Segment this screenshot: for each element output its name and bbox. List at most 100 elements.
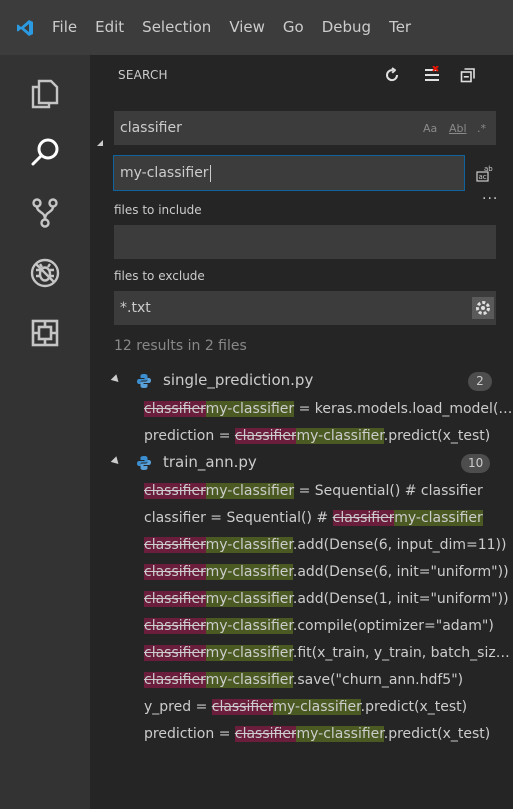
replace-all-icon[interactable]: ab ac <box>475 163 497 183</box>
sidebar-title: SEARCH <box>118 68 168 82</box>
debug-icon <box>30 258 60 288</box>
match-context: .save("churn_ann.hdf5") <box>292 671 464 688</box>
menu-file[interactable]: File <box>50 0 86 55</box>
menu-go[interactable]: Go <box>274 0 313 55</box>
replacement-text: my-classifier <box>205 590 293 607</box>
activity-explorer[interactable] <box>0 63 90 123</box>
menu-edit[interactable]: Edit <box>86 0 133 55</box>
match-text: prediction = classifiermy-classifier.pre… <box>144 725 513 742</box>
removed-text: classifier <box>332 509 395 526</box>
results-summary: 12 results in 2 files <box>114 338 247 354</box>
removed-text: classifier <box>211 698 274 715</box>
python-file-icon <box>137 374 151 388</box>
search-input[interactable]: classifier Aa Abl .* <box>114 111 496 145</box>
match-context: .predict(x_test) <box>360 698 468 715</box>
include-input[interactable] <box>114 225 496 259</box>
menu-bar: File Edit Selection View Go Debug Ter <box>0 0 513 55</box>
activity-extensions[interactable] <box>0 303 90 363</box>
use-exclude-settings-icon[interactable] <box>470 295 496 321</box>
text-cursor <box>209 164 211 182</box>
match-row[interactable]: classifiermy-classifier.compile(optimize… <box>90 612 513 639</box>
expand-chevron-icon[interactable] <box>110 456 122 467</box>
replacement-text: my-classifier <box>296 725 384 742</box>
match-count-badge: 10 <box>461 454 491 473</box>
match-text: y_pred = classifiermy-classifier.predict… <box>144 698 513 715</box>
removed-text: classifier <box>144 563 206 580</box>
activity-debug[interactable] <box>0 243 90 303</box>
match-case-option[interactable]: Aa <box>423 111 437 145</box>
results-tree: single_prediction.py 2 classifiermy-clas… <box>90 367 513 747</box>
removed-text: classifier <box>144 536 206 553</box>
match-count-badge: 2 <box>468 372 492 391</box>
menu-view[interactable]: View <box>220 0 274 55</box>
match-row[interactable]: classifiermy-classifier.fit(x_train, y_t… <box>90 639 513 666</box>
python-file-icon <box>137 456 151 470</box>
clear-results-icon[interactable] <box>420 63 444 87</box>
menu-selection[interactable]: Selection <box>133 0 220 55</box>
exclude-label: files to exclude <box>114 269 205 283</box>
replacement-text: my-classifier <box>205 563 293 580</box>
toggle-replace-icon[interactable] <box>94 137 106 149</box>
replacement-text: my-classifier <box>205 617 293 634</box>
match-row[interactable]: classifiermy-classifier.add(Dense(6, inp… <box>90 531 513 558</box>
match-context: .add(Dense(6, input_dim=11)) <box>292 536 507 553</box>
expand-chevron-icon[interactable] <box>110 374 122 385</box>
replacement-text: my-classifier <box>205 644 293 661</box>
match-context: prediction = <box>144 427 235 444</box>
match-row[interactable]: classifiermy-classifier.add(Dense(1, ini… <box>90 585 513 612</box>
search-query: classifier <box>120 120 182 136</box>
replacement-text: my-classifier <box>205 536 293 553</box>
include-label: files to include <box>114 203 202 217</box>
match-list: classifiermy-classifier = keras.models.l… <box>90 395 513 449</box>
match-row[interactable]: y_pred = classifiermy-classifier.predict… <box>90 693 513 720</box>
match-context: .predict(x_test) <box>383 427 491 444</box>
match-text: classifiermy-classifier.compile(optimize… <box>144 617 513 634</box>
replacement-text: my-classifier <box>205 482 295 499</box>
refresh-icon[interactable] <box>380 63 404 87</box>
match-row[interactable]: classifier = Sequential() # classifiermy… <box>90 504 513 531</box>
match-whole-word-option[interactable]: Abl <box>449 111 467 145</box>
removed-text: classifier <box>144 482 206 499</box>
match-list: classifiermy-classifier = Sequential() #… <box>90 477 513 747</box>
source-control-icon <box>32 198 58 228</box>
activity-source-control[interactable] <box>0 183 90 243</box>
removed-text: classifier <box>144 644 206 661</box>
match-context: .add(Dense(6, init="uniform")) <box>292 563 509 580</box>
match-row[interactable]: prediction = classifiermy-classifier.pre… <box>90 422 513 449</box>
menu-terminal[interactable]: Ter <box>380 0 420 55</box>
activity-search[interactable] <box>0 123 90 183</box>
match-text: classifiermy-classifier.fit(x_train, y_t… <box>144 644 513 661</box>
activity-bar <box>0 55 90 809</box>
match-context: .compile(optimizer="adam") <box>292 617 494 634</box>
removed-text: classifier <box>144 400 206 417</box>
match-text: classifiermy-classifier = keras.models.l… <box>144 400 513 417</box>
extensions-icon <box>31 319 59 347</box>
match-row[interactable]: classifiermy-classifier.add(Dense(6, ini… <box>90 558 513 585</box>
match-row[interactable]: classifiermy-classifier.save("churn_ann.… <box>90 666 513 693</box>
collapse-all-icon[interactable] <box>456 63 480 87</box>
result-file[interactable]: train_ann.py 10 <box>90 449 513 477</box>
removed-text: classifier <box>144 590 206 607</box>
removed-text: classifier <box>234 427 297 444</box>
match-text: classifiermy-classifier.save("churn_ann.… <box>144 671 513 688</box>
exclude-value: *.txt <box>120 300 151 316</box>
match-row[interactable]: classifiermy-classifier = keras.models.l… <box>90 395 513 422</box>
result-file[interactable]: single_prediction.py 2 <box>90 367 513 395</box>
match-context: .add(Dense(1, init="uniform")) <box>292 590 509 607</box>
replace-input[interactable]: my-classifier <box>113 155 465 191</box>
exclude-input[interactable]: *.txt <box>114 291 496 325</box>
replacement-text: my-classifier <box>296 427 384 444</box>
menu-debug[interactable]: Debug <box>313 0 380 55</box>
match-context: .predict(x_test) <box>383 725 491 742</box>
removed-text: classifier <box>144 671 206 688</box>
more-options-button[interactable]: ··· <box>482 191 498 207</box>
match-context: = keras.models.load_model("churn_ann.hdf… <box>298 400 513 417</box>
match-row[interactable]: classifiermy-classifier = Sequential() #… <box>90 477 513 504</box>
use-regex-option[interactable]: .* <box>477 111 486 145</box>
replacement-text: my-classifier <box>273 698 361 715</box>
vscode-logo-icon <box>0 0 50 55</box>
file-name: train_ann.py <box>163 453 257 471</box>
match-row[interactable]: prediction = classifiermy-classifier.pre… <box>90 720 513 747</box>
match-text: prediction = classifiermy-classifier.pre… <box>144 427 513 444</box>
match-context: .fit(x_train, y_train, batch_size=10) <box>292 644 513 661</box>
